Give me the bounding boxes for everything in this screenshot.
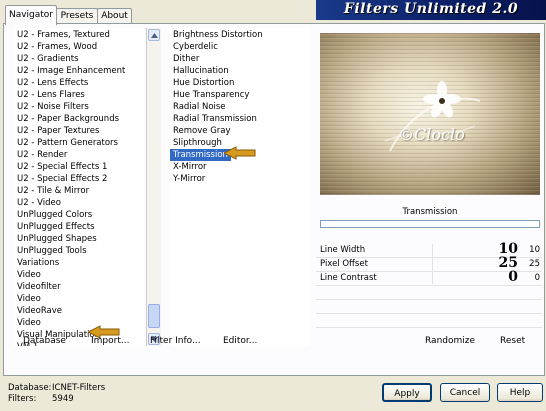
category-item[interactable]: UnPlugged Effects: [14, 221, 144, 233]
tab-presets[interactable]: Presets: [56, 8, 98, 24]
param-label: Line Width: [320, 245, 366, 255]
reset-button[interactable]: Reset: [500, 336, 525, 346]
filter-item[interactable]: Cyberdelic: [170, 41, 310, 53]
param-default: 0: [534, 273, 540, 283]
category-item[interactable]: U2 - Gradients: [14, 53, 144, 65]
database-button[interactable]: Database: [23, 336, 66, 346]
scroll-thumb[interactable]: [148, 304, 160, 328]
category-item[interactable]: U2 - Render: [14, 149, 144, 161]
import-button[interactable]: Import...: [91, 336, 129, 346]
param-default: 10: [529, 245, 540, 255]
category-item[interactable]: Video: [14, 317, 144, 329]
category-item[interactable]: U2 - Lens Flares: [14, 89, 144, 101]
category-list[interactable]: U2 - Frames, Textured U2 - Frames, Wood U2…: [14, 28, 144, 346]
filter-item[interactable]: Dither: [170, 53, 310, 65]
divider: [316, 299, 542, 300]
preview-watermark: ©Cloclo: [398, 125, 465, 144]
tab-about[interactable]: About: [97, 8, 132, 24]
divider: [316, 285, 542, 286]
category-item[interactable]: UnPlugged Tools: [14, 245, 144, 257]
category-item[interactable]: UnPlugged Shapes: [14, 233, 144, 245]
progress-bar: [320, 220, 540, 228]
apply-button[interactable]: Apply: [382, 383, 432, 402]
status-database-value: ICNET-Filters: [52, 383, 106, 393]
category-item[interactable]: U2 - Special Effects 1: [14, 161, 144, 173]
param-default: 25: [529, 259, 540, 269]
category-item[interactable]: U2 - Frames, Textured: [14, 29, 144, 41]
category-item[interactable]: U2 - Pattern Generators: [14, 137, 144, 149]
param-label: Line Contrast: [320, 273, 377, 283]
title-banner: Filters Unlimited 2.0: [316, 0, 546, 20]
tab-navigator[interactable]: Navigator: [5, 5, 57, 25]
param-column-divider: [432, 244, 433, 284]
category-item[interactable]: U2 - Image Enhancement: [14, 65, 144, 77]
category-item[interactable]: U2 - Paper Backgrounds: [14, 113, 144, 125]
scroll-up-button[interactable]: [148, 29, 160, 41]
divider: [316, 327, 542, 328]
category-item[interactable]: Video: [14, 293, 144, 305]
category-item[interactable]: U2 - Paper Textures: [14, 125, 144, 137]
category-item[interactable]: U2 - Noise Filters: [14, 101, 144, 113]
category-item[interactable]: Videofilter: [14, 281, 144, 293]
filter-item[interactable]: Hue Distortion: [170, 77, 310, 89]
divider: [316, 313, 542, 314]
category-item[interactable]: UnPlugged Colors: [14, 209, 144, 221]
pointer-arrow-icon: [224, 146, 256, 160]
filter-list[interactable]: Brightness Distortion Cyberdelic Dither Hal…: [170, 28, 310, 346]
filter-item[interactable]: Brightness Distortion: [170, 29, 310, 41]
param-label: Pixel Offset: [320, 259, 368, 269]
filter-item[interactable]: Transmission: [170, 149, 231, 161]
selected-filter-name: Transmission: [402, 207, 458, 217]
category-scrollbar[interactable]: [146, 28, 161, 346]
flower-ornament-icon: [384, 81, 481, 152]
cancel-button[interactable]: Cancel: [440, 383, 490, 402]
category-item[interactable]: U2 - Frames, Wood: [14, 41, 144, 53]
filter-item[interactable]: Radial Noise: [170, 101, 310, 113]
category-item[interactable]: U2 - Tile & Mirror: [14, 185, 144, 197]
category-item[interactable]: Variations: [14, 257, 144, 269]
status-filters-label: Filters:: [8, 394, 37, 404]
chevron-up-icon: [150, 32, 158, 38]
help-button[interactable]: Help: [497, 383, 543, 402]
randomize-button[interactable]: Randomize: [425, 336, 475, 346]
filter-item[interactable]: X-Mirror: [170, 161, 310, 173]
param-line-contrast[interactable]: Line Contrast 0 0: [316, 269, 542, 285]
filter-item[interactable]: Radial Transmission: [170, 113, 310, 125]
category-item[interactable]: U2 - Video: [14, 197, 144, 209]
category-item[interactable]: U2 - Special Effects 2: [14, 173, 144, 185]
status-filters-value: 5949: [52, 394, 74, 404]
preview-image: ©Cloclo: [320, 33, 540, 195]
app-title: Filters Unlimited 2.0: [343, 1, 519, 17]
category-item[interactable]: U2 - Lens Effects: [14, 77, 144, 89]
category-item[interactable]: VideoRave: [14, 305, 144, 317]
filter-item[interactable]: Y-Mirror: [170, 173, 310, 185]
filter-item[interactable]: Hue Transparency: [170, 89, 310, 101]
editor-button[interactable]: Editor...: [223, 336, 257, 346]
category-item[interactable]: Video: [14, 269, 144, 281]
filter-item[interactable]: Remove Gray: [170, 125, 310, 137]
status-database-label: Database:: [8, 383, 52, 393]
param-value: 0: [508, 269, 518, 285]
filter-item[interactable]: Hallucination: [170, 65, 310, 77]
filter-info-button[interactable]: Filter Info...: [150, 336, 201, 346]
